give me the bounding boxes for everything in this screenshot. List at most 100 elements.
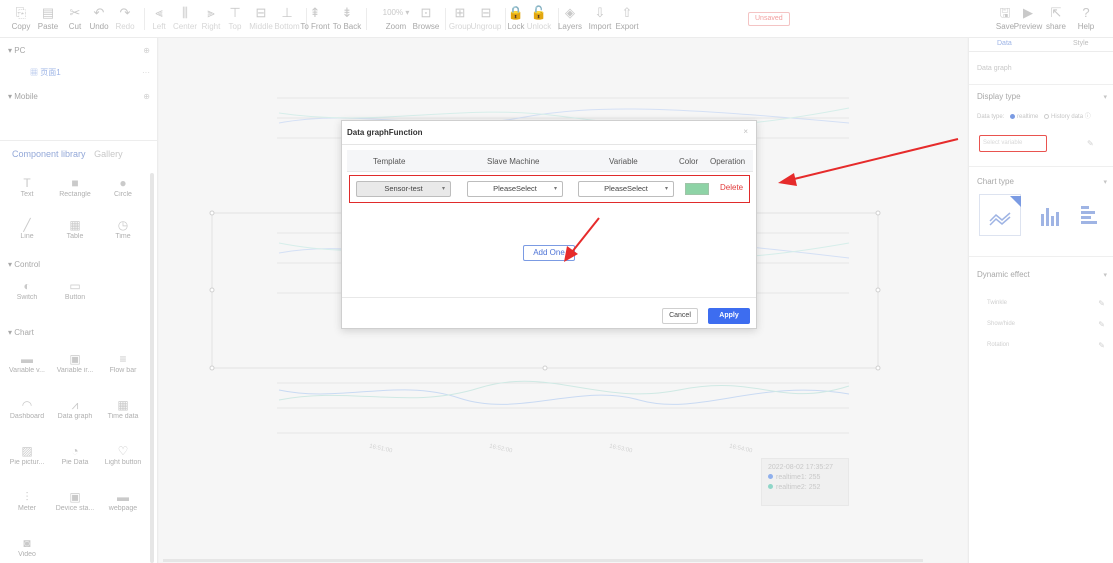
- add-one-button[interactable]: Add One: [523, 245, 575, 261]
- time-icon: ◷: [117, 218, 129, 232]
- chart-type-line[interactable]: [979, 194, 1021, 236]
- table-icon: ▦: [69, 218, 81, 232]
- help-icon: ?: [1082, 5, 1090, 20]
- component-video[interactable]: ◙ Video: [2, 535, 52, 558]
- component-variable-v[interactable]: ▬ Variable v...: [2, 351, 52, 374]
- radio-history[interactable]: [1044, 113, 1050, 119]
- template-select[interactable]: Sensor-test ▾: [356, 181, 451, 197]
- section-control[interactable]: ▾ Control: [8, 260, 40, 269]
- tab-gallery[interactable]: Gallery: [94, 149, 123, 159]
- browse-button[interactable]: ⊡ Browse: [409, 4, 443, 32]
- help-button[interactable]: ? Help: [1071, 4, 1101, 32]
- slave-machine-select[interactable]: PleaseSelect ▾: [467, 181, 563, 197]
- export-button[interactable]: ⇧ Export: [610, 4, 644, 32]
- component-meter[interactable]: ⫶ Meter: [2, 489, 52, 512]
- component-button[interactable]: ▭ Button: [50, 278, 100, 301]
- section-chart-title: Chart: [14, 328, 34, 337]
- component-name: Data graph: [977, 65, 1012, 72]
- effect-rotation[interactable]: Rotation ✎: [987, 341, 1105, 350]
- tab-component-library[interactable]: Component library: [12, 149, 86, 159]
- tooltip-series-1: realtime1: 255: [768, 473, 842, 483]
- text-icon: T: [23, 176, 31, 190]
- edit-icon[interactable]: ✎: [1098, 320, 1105, 329]
- variable-select[interactable]: PleaseSelect ▾: [578, 181, 674, 197]
- effect-show-hide[interactable]: Show/hide ✎: [987, 320, 1105, 329]
- to-front-button[interactable]: ⇞ To Front: [298, 4, 332, 32]
- to-back-button[interactable]: ⇟ To Back: [330, 4, 364, 32]
- to-front-icon: ⇞: [309, 5, 321, 20]
- cancel-button[interactable]: Cancel: [662, 308, 698, 324]
- component-dashboard[interactable]: ◠ Dashboard: [2, 397, 52, 420]
- device-status-icon: ▣: [69, 490, 81, 504]
- toolbar-label: Export: [615, 22, 639, 31]
- background-chart-bottom: [277, 380, 850, 434]
- series-dot: [768, 474, 773, 479]
- layers-button[interactable]: ◈ Layers: [553, 4, 587, 32]
- chevron-down-icon: ▾: [553, 186, 557, 192]
- component-time-data[interactable]: ▦ Time data: [98, 397, 148, 420]
- component-device-sta[interactable]: ▣ Device sta...: [50, 489, 100, 512]
- light-button-icon: ♡: [117, 444, 129, 458]
- component-webpage[interactable]: ▬ webpage: [98, 489, 148, 512]
- color-swatch[interactable]: [685, 183, 709, 195]
- ungroup-button[interactable]: ⊟ Ungroup: [469, 4, 503, 32]
- chevron-down-icon: ▾: [664, 186, 668, 192]
- add-icon[interactable]: ⊕: [143, 90, 150, 104]
- caret-down-icon[interactable]: ▾: [1103, 271, 1107, 279]
- component-line[interactable]: ╱ Line: [2, 217, 52, 240]
- component-light-button[interactable]: ♡ Light button: [98, 443, 148, 466]
- close-icon[interactable]: ×: [743, 127, 748, 136]
- component-switch[interactable]: ◐ Switch: [2, 278, 52, 301]
- tree-page-item[interactable]: ▦ 页面1 ···: [30, 66, 150, 80]
- button-icon: ▭: [69, 279, 81, 293]
- redo-button[interactable]: ↷ Redo: [108, 4, 142, 32]
- component-label: Switch: [16, 294, 38, 301]
- delete-button[interactable]: Delete: [720, 183, 743, 192]
- component-text[interactable]: T Text: [2, 175, 52, 198]
- component-data-graph[interactable]: ⩘ Data graph: [50, 397, 100, 420]
- edit-icon[interactable]: ✎: [1098, 341, 1105, 350]
- tree-pc[interactable]: ▾ PC ⊕: [8, 44, 150, 58]
- radio-realtime[interactable]: [1010, 113, 1016, 119]
- component-variable-ir[interactable]: ▣ Variable ir...: [50, 351, 100, 374]
- component-table[interactable]: ▦ Table: [50, 217, 100, 240]
- effect-twinkle[interactable]: Twinkle ✎: [987, 299, 1105, 308]
- toolbar-label: To Front: [300, 22, 330, 31]
- circle-icon: ●: [119, 176, 127, 190]
- edit-icon[interactable]: ✎: [1087, 139, 1094, 148]
- page-icon: ▦: [30, 68, 41, 77]
- component-pie-data[interactable]: ◔ Pie Data: [50, 443, 100, 466]
- toolbar-label: Layers: [557, 22, 582, 31]
- tab-style[interactable]: Style: [1073, 40, 1089, 47]
- apply-button[interactable]: Apply: [708, 308, 750, 324]
- toolbar-label: Preview: [1013, 22, 1043, 31]
- more-icon[interactable]: ···: [142, 66, 150, 80]
- left-scrollbar[interactable]: [150, 173, 154, 563]
- canvas-horizontal-scrollbar[interactable]: [163, 559, 923, 562]
- caret-down-icon[interactable]: ▾: [1103, 93, 1107, 101]
- caret-down-icon[interactable]: ▾: [1103, 178, 1107, 186]
- component-rectangle[interactable]: ■ Rectangle: [50, 175, 100, 198]
- share-button[interactable]: ⇱ share: [1041, 4, 1071, 32]
- tree-mobile[interactable]: ▾ Mobile ⊕: [8, 90, 150, 104]
- header-operation: Operation: [710, 157, 746, 166]
- component-circle[interactable]: ● Circle: [98, 175, 148, 198]
- tab-data[interactable]: Data: [997, 40, 1012, 47]
- header-variable: Variable: [609, 157, 638, 166]
- chart-type-horizontal-bar[interactable]: [1069, 194, 1111, 236]
- unlock-button[interactable]: 🔓 Unlock: [522, 4, 556, 32]
- select-variable-input[interactable]: Select variable: [979, 135, 1047, 152]
- chart-tooltip: 2022-08-02 17:35:27 realtime1: 255 realt…: [761, 458, 849, 506]
- edit-icon[interactable]: ✎: [1098, 299, 1105, 308]
- add-icon[interactable]: ⊕: [143, 44, 150, 58]
- component-label: Meter: [18, 505, 36, 512]
- component-flow-bar[interactable]: ≡ Flow bar: [98, 351, 148, 374]
- variable-value-icon: ▬: [21, 352, 33, 366]
- component-pie-pictur[interactable]: ▨ Pie pictur...: [2, 443, 52, 466]
- chart-type-bar[interactable]: [1027, 194, 1069, 236]
- preview-button[interactable]: ▶ Preview: [1013, 4, 1043, 32]
- section-chart[interactable]: ▾ Chart: [8, 328, 34, 337]
- component-time[interactable]: ◷ Time: [98, 217, 148, 240]
- time-data-icon: ▦: [117, 398, 129, 412]
- ungroup-icon: ⊟: [480, 5, 492, 20]
